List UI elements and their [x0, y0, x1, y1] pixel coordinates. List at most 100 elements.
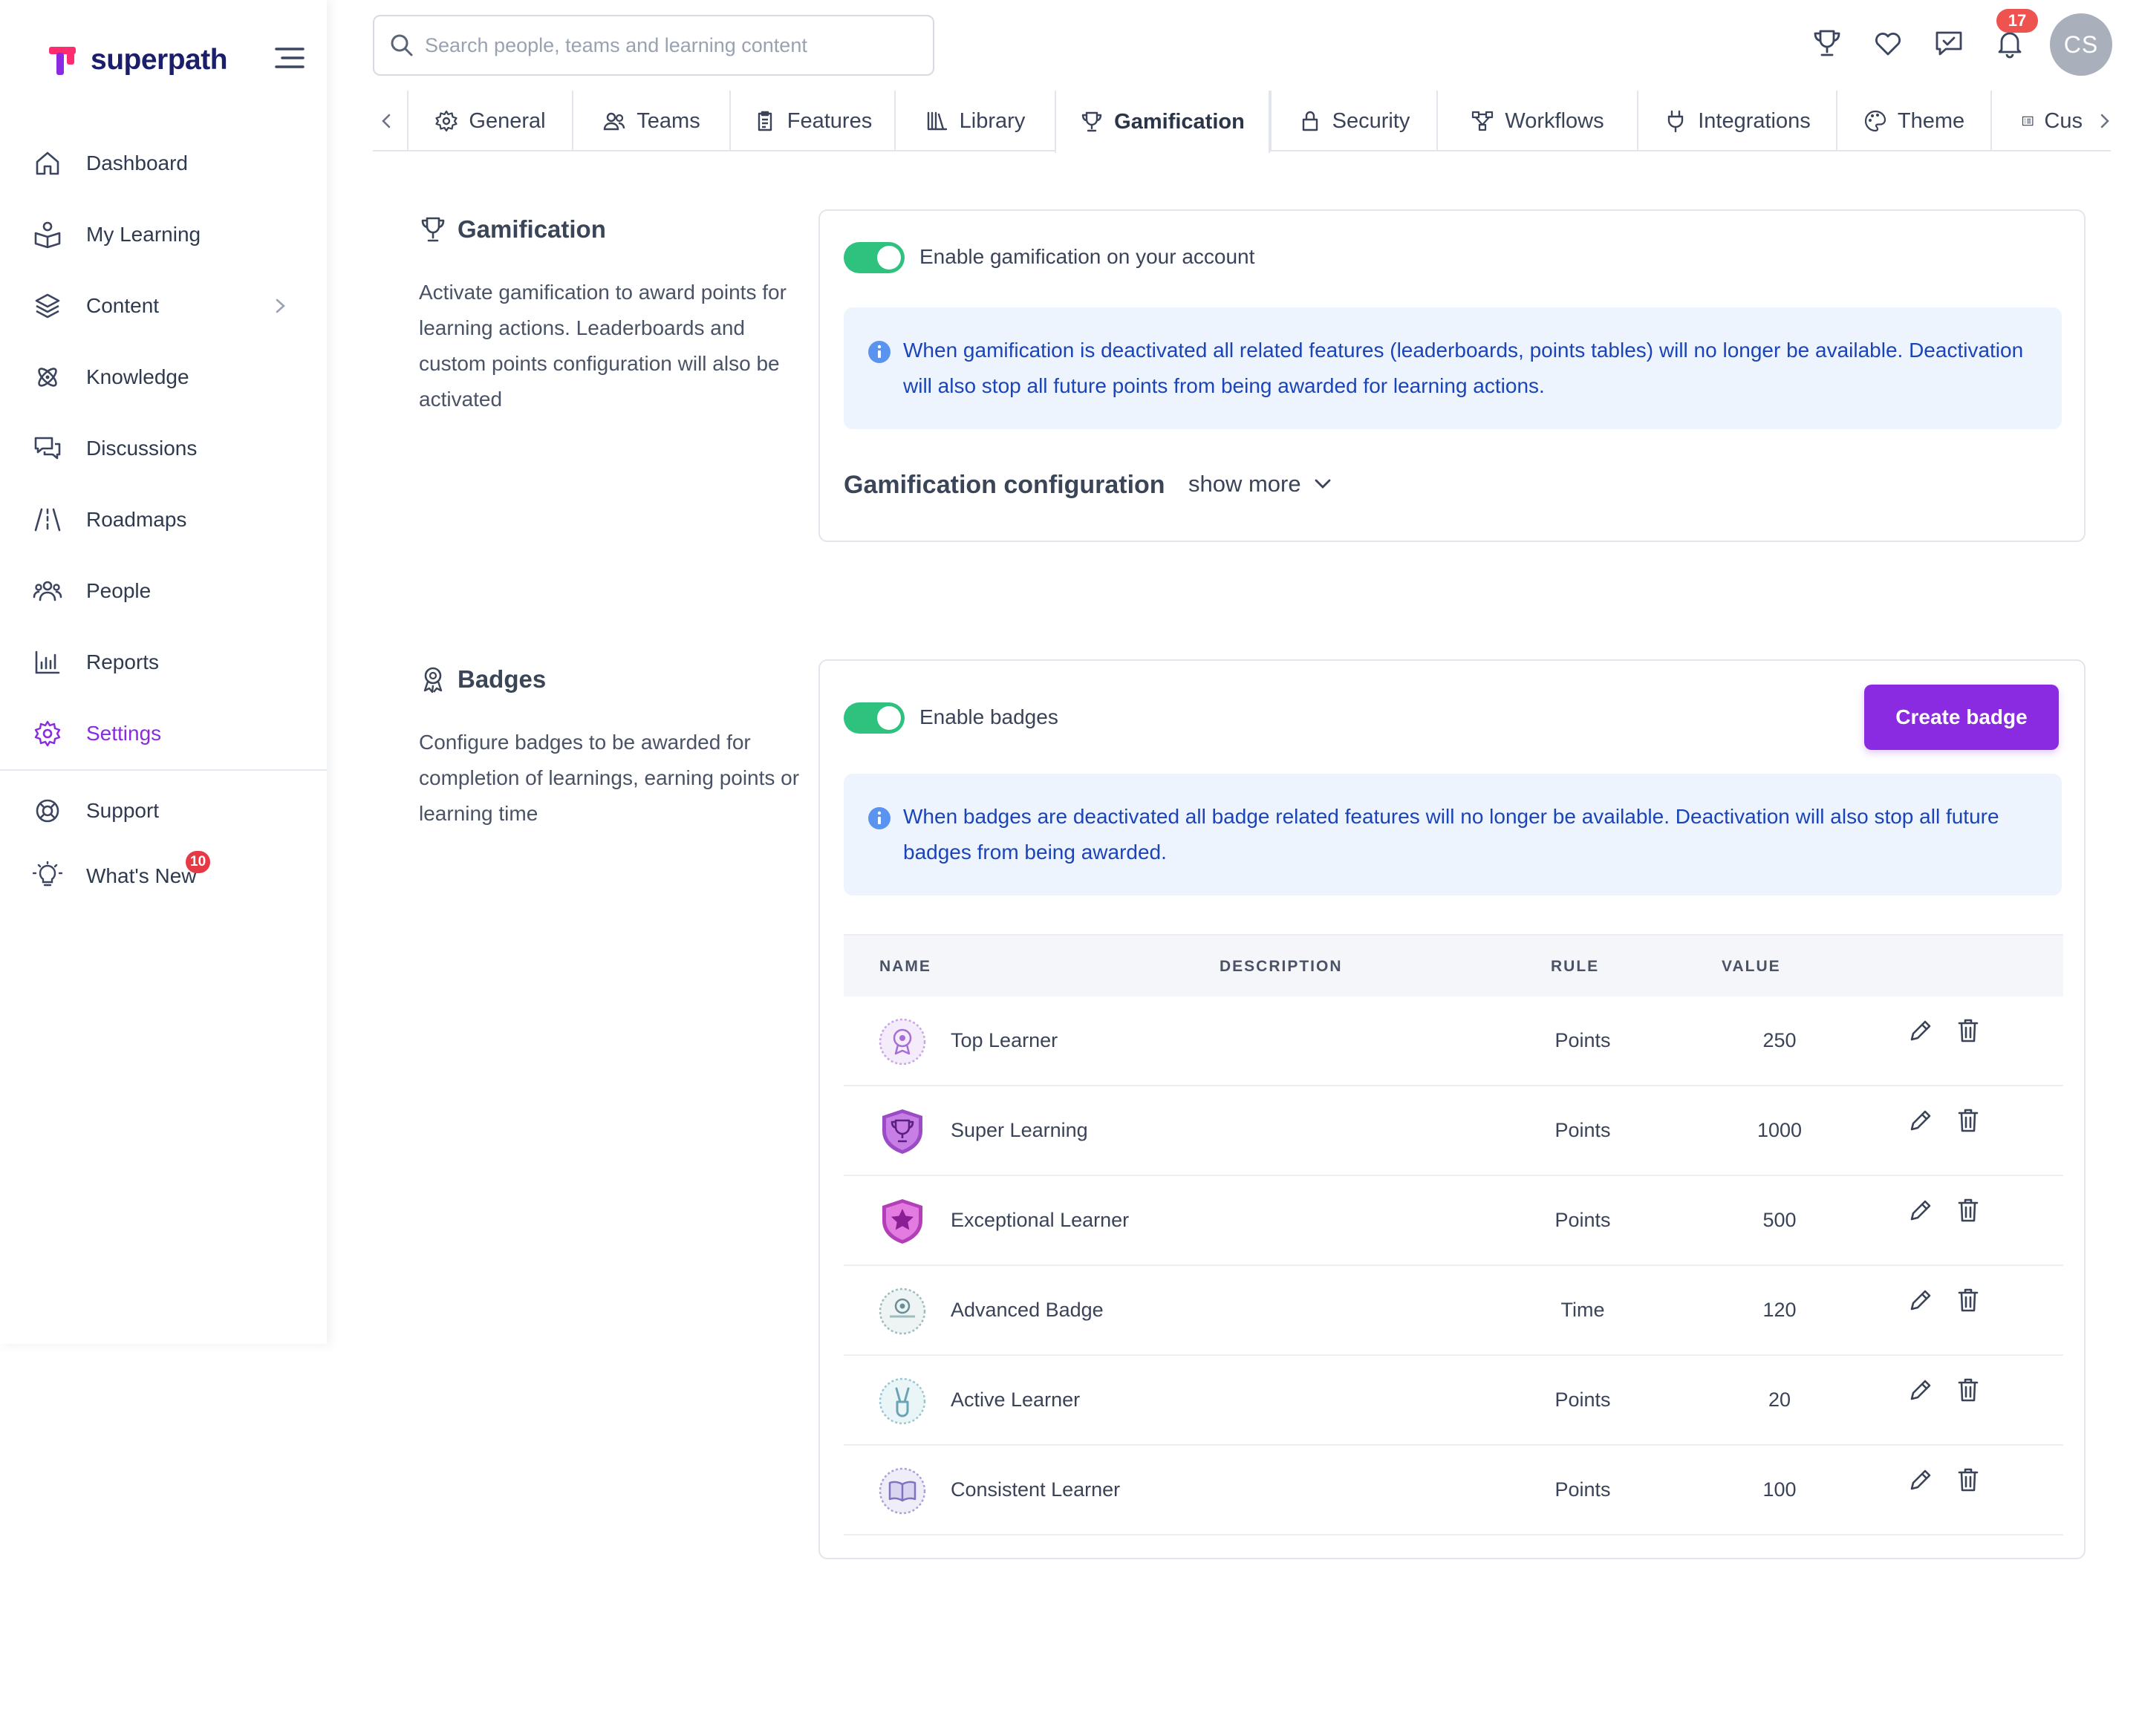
tab-label: Theme	[1897, 108, 1965, 133]
sidebar-item-support[interactable]: Support	[0, 778, 327, 843]
trophy-icon	[1081, 111, 1102, 132]
tab-label: Integrations	[1698, 108, 1811, 133]
trophy-icon	[1814, 30, 1840, 56]
column-header-name[interactable]: NAME	[879, 958, 931, 976]
trophy-icon	[421, 217, 445, 242]
brand-logo[interactable]: superpath	[45, 40, 228, 80]
badge-value: 500	[1762, 1209, 1797, 1231]
show-more-label: show more	[1188, 471, 1301, 497]
tab-workflows[interactable]: Workflows	[1436, 91, 1637, 151]
target-circle-badge-icon	[879, 1288, 926, 1335]
tab-label: Cus	[2044, 108, 2083, 133]
layers-icon	[35, 293, 60, 319]
edit-pencil-icon[interactable]	[1906, 1106, 1935, 1135]
library-icon	[927, 111, 947, 131]
info-icon	[868, 341, 891, 363]
tab-label: Features	[787, 108, 873, 133]
trash-icon[interactable]	[1953, 1285, 1983, 1315]
chat-bubbles-icon	[34, 437, 61, 460]
tab-integrations[interactable]: Integrations	[1637, 91, 1836, 151]
award-ribbon-badge-icon	[879, 1018, 926, 1066]
heart-icon	[1875, 33, 1901, 56]
tab-label: Gamification	[1114, 109, 1245, 134]
edit-pencil-icon[interactable]	[1906, 1195, 1935, 1225]
gamification-toggle-label: Enable gamification on your account	[919, 245, 1255, 268]
hamburger-icon	[275, 48, 305, 68]
leaderboard-button[interactable]	[1811, 27, 1843, 59]
sidebar-item-settings[interactable]: Settings	[0, 698, 327, 769]
trash-icon[interactable]	[1953, 1465, 1983, 1495]
user-avatar[interactable]: CS	[2050, 13, 2112, 76]
sidebar-item-label: Dashboard	[86, 151, 188, 174]
tab-general[interactable]: General	[407, 91, 572, 151]
column-header-description[interactable]: DESCRIPTION	[1220, 958, 1343, 976]
tab-features[interactable]: Features	[729, 91, 894, 151]
star-shield-badge-icon	[882, 1199, 922, 1244]
sidebar-item-discussions[interactable]: Discussions	[0, 413, 327, 484]
brand-name: superpath	[91, 44, 228, 76]
road-icon	[34, 508, 61, 532]
trash-icon[interactable]	[1953, 1375, 1983, 1405]
tab-library[interactable]: Library	[894, 91, 1055, 151]
sidebar-item-roadmaps[interactable]: Roadmaps	[0, 484, 327, 555]
feedback-button[interactable]	[1933, 27, 1965, 59]
trash-icon[interactable]	[1953, 1016, 1983, 1045]
trash-icon[interactable]	[1953, 1195, 1983, 1225]
sidebar-item-content[interactable]: Content	[0, 270, 327, 342]
edit-pencil-icon[interactable]	[1906, 1016, 1935, 1045]
badge-value: 20	[1768, 1389, 1791, 1411]
edit-pencil-icon[interactable]	[1906, 1285, 1935, 1315]
sidebar-item-knowledge[interactable]: Knowledge	[0, 342, 327, 413]
badge-name: Advanced Badge	[951, 1299, 1104, 1321]
table-row: Super Learning Points 1000	[844, 1086, 2063, 1176]
chevron-right-icon[interactable]	[2094, 110, 2115, 132]
favorites-button[interactable]	[1872, 27, 1904, 59]
sidebar-divider	[0, 769, 327, 771]
badge-value: 120	[1762, 1299, 1797, 1321]
badge-name: Top Learner	[951, 1029, 1058, 1051]
badges-toggle[interactable]	[844, 702, 905, 734]
global-search[interactable]	[373, 15, 934, 76]
badge-value: 100	[1762, 1478, 1797, 1501]
gear-icon	[34, 720, 61, 747]
tab-security[interactable]: Security	[1270, 91, 1436, 151]
tab-teams[interactable]: Teams	[572, 91, 729, 151]
tab-custom[interactable]: Cus	[1990, 91, 2083, 151]
edit-pencil-icon[interactable]	[1906, 1465, 1935, 1495]
book-reader-icon	[34, 221, 61, 249]
sidebar-item-dashboard[interactable]: Dashboard	[0, 128, 327, 199]
search-input[interactable]	[425, 33, 900, 57]
chevron-down-icon	[1315, 479, 1331, 489]
people-icon	[33, 581, 62, 601]
badge-rule: Points	[1554, 1119, 1611, 1141]
sidebar-item-my-learning[interactable]: My Learning	[0, 199, 327, 270]
edit-pencil-icon[interactable]	[1906, 1375, 1935, 1405]
gamification-config-title: Gamification configuration	[844, 471, 1165, 499]
sidebar-item-label: My Learning	[86, 223, 201, 246]
gear-icon	[435, 110, 458, 132]
badges-section-description: Configure badges to be awarded for compl…	[419, 731, 800, 825]
list-icon	[2022, 116, 2034, 126]
chevron-left-icon[interactable]	[376, 110, 397, 132]
trash-icon[interactable]	[1953, 1106, 1983, 1135]
gamification-toggle[interactable]	[844, 242, 905, 273]
show-more-toggle[interactable]: show more	[1188, 471, 1334, 497]
badge-rule: Points	[1554, 1478, 1611, 1501]
sidebar-item-people[interactable]: People	[0, 555, 327, 627]
sidebar-item-reports[interactable]: Reports	[0, 627, 327, 698]
sidebar: superpath Dashboard My Learning Content …	[0, 0, 327, 1344]
sidebar-item-label: People	[86, 579, 152, 602]
menu-toggle-button[interactable]	[273, 45, 306, 71]
sidebar-item-label: Knowledge	[86, 365, 189, 388]
notification-count-badge: 17	[1996, 9, 2038, 33]
tab-theme[interactable]: Theme	[1836, 91, 1990, 151]
create-badge-button[interactable]: Create badge	[1864, 685, 2059, 750]
sidebar-item-whats-new[interactable]: What's New 10	[0, 843, 327, 909]
sidebar-secondary-nav: Support What's New 10	[0, 778, 327, 909]
table-header: NAME DESCRIPTION RULE VALUE	[844, 934, 2063, 996]
award-icon	[423, 667, 443, 694]
badge-rule: Points	[1554, 1389, 1611, 1411]
column-header-value[interactable]: VALUE	[1722, 958, 1781, 976]
column-header-rule[interactable]: RULE	[1551, 958, 1599, 976]
tab-gamification[interactable]: Gamification	[1055, 91, 1270, 153]
